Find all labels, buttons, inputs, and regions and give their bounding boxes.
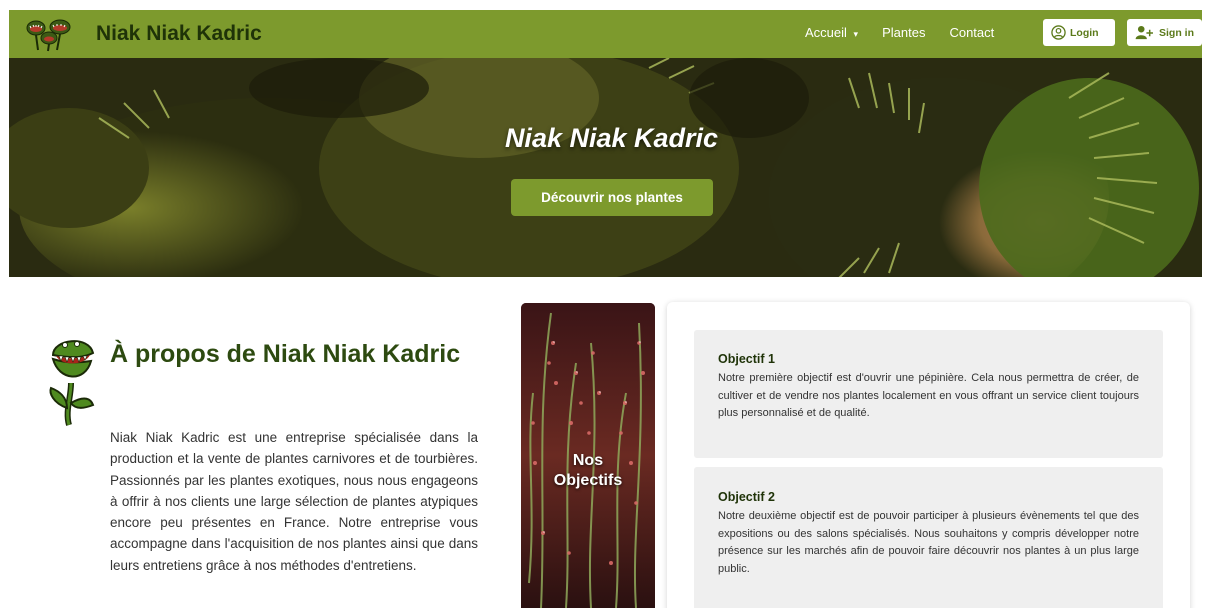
objective-card: Objectif 2 Notre deuxième objectif est d… [694, 467, 1163, 608]
brand-name[interactable]: Niak Niak Kadric [96, 22, 262, 46]
user-circle-icon [1051, 25, 1066, 40]
signin-button[interactable]: Sign in [1127, 19, 1202, 46]
venus-flytrap-hero-image [9, 58, 1202, 277]
objective-text: Notre deuxième objectif est de pouvoir p… [718, 510, 1139, 575]
objectives-panel: Objectif 1 Notre première objectif est d… [667, 302, 1190, 608]
signin-label: Sign in [1159, 26, 1194, 39]
carnivorous-plant-icon [49, 340, 95, 426]
login-label: Login [1070, 26, 1099, 39]
objectives-label-line2: Objectifs [553, 472, 623, 489]
nav-link-plantes[interactable]: Plantes [882, 25, 925, 40]
objectives-label-line1: Nos [572, 452, 604, 469]
objective-text: Notre première objectif est d'ouvrir une… [718, 372, 1139, 419]
objectives-image: Nos Objectifs [521, 303, 655, 608]
objective-card: Objectif 1 Notre première objectif est d… [694, 330, 1163, 458]
discover-plants-button[interactable]: Découvrir nos plantes [511, 179, 713, 216]
hero-banner: Niak Niak Kadric Découvrir nos plantes [9, 58, 1202, 277]
nav-link-label: Accueil [805, 25, 847, 40]
user-plus-icon [1135, 25, 1153, 40]
navbar: Niak Niak Kadric Accueil ▾ Plantes Conta… [9, 10, 1202, 58]
objective-title: Objectif 1 [718, 352, 775, 366]
venus-flytrap-logo-icon[interactable] [24, 16, 74, 52]
about-title: À propos de Niak Niak Kadric [110, 340, 461, 368]
login-button[interactable]: Login [1043, 19, 1115, 46]
nav-link-contact[interactable]: Contact [949, 25, 994, 40]
about-text: Niak Niak Kadric est une entreprise spéc… [110, 430, 478, 573]
hero-title: Niak Niak Kadric [504, 123, 719, 153]
objectives-image-label: Nos Objectifs [521, 451, 655, 491]
page: Niak Niak Kadric Accueil ▾ Plantes Conta… [0, 0, 1209, 608]
nav-links: Accueil ▾ Plantes Contact [805, 25, 1018, 40]
nav-link-accueil[interactable]: Accueil ▾ [805, 25, 858, 40]
objective-title: Objectif 2 [718, 490, 775, 504]
chevron-down-icon: ▾ [853, 29, 859, 39]
